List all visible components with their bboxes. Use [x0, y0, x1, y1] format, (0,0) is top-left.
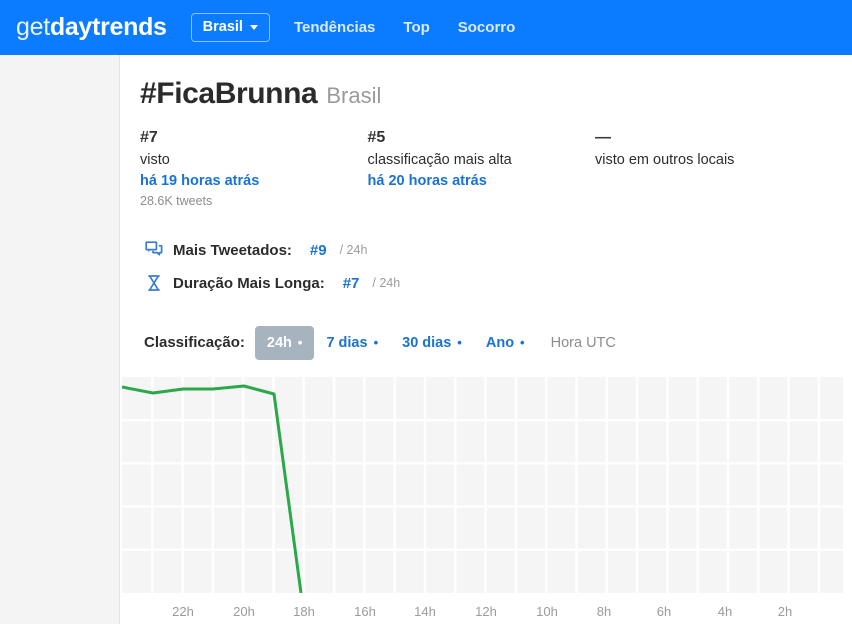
country-selector-button[interactable]: Brasil: [190, 12, 270, 43]
x-axis-tick-8h: 8h: [596, 604, 612, 619]
stat-seen: #7 visto há 19 horas atrás 28.6K tweets: [140, 127, 368, 208]
stat-seen-tweets: 28.6K tweets: [140, 193, 213, 208]
logo-part-get: get: [16, 13, 50, 41]
logo-part-day: day: [49, 13, 93, 41]
trend-stats: #7 visto há 19 horas atrás 28.6K tweets …: [140, 127, 832, 208]
page-body: #FicaBrunna Brasil #7 visto há 19 horas …: [0, 55, 852, 624]
x-axis-tick-20h: 20h: [233, 604, 255, 619]
filter-option-30-dias-label: 30 dias: [402, 334, 452, 351]
fact-label-longest-duration: Duração Mais Longa:: [173, 274, 325, 292]
chevron-down-icon: [249, 24, 258, 30]
stat-other-locations: — visto em outros locais: [595, 127, 832, 208]
chart-svg: [122, 377, 843, 593]
hourglass-icon: [144, 273, 164, 293]
nav-link-top[interactable]: Top: [403, 19, 429, 36]
x-axis-tick-4h: 4h: [717, 604, 733, 619]
filter-option-30-dias[interactable]: 30 dias •: [390, 326, 474, 360]
x-axis-tick-18h: 18h: [293, 604, 315, 619]
chart-plot-area[interactable]: [122, 377, 843, 593]
x-axis-tick-12h: 12h: [475, 604, 497, 619]
filter-option-30-dias-dot: •: [457, 335, 462, 351]
fact-row-longest-duration: Duração Mais Longa: #7 / 24h: [140, 267, 832, 300]
fact-row-most-tweeted: Mais Tweetados: #9 / 24h: [140, 234, 832, 267]
content-card: #FicaBrunna Brasil #7 visto há 19 horas …: [119, 55, 852, 624]
filter-option-7-dias-dot: •: [373, 335, 379, 351]
fact-value-longest-duration[interactable]: #7: [343, 275, 360, 292]
x-axis-tick-2h: 2h: [777, 604, 793, 619]
site-logo[interactable]: getdaytrends: [16, 13, 167, 42]
x-axis-tick-22h: 22h: [172, 604, 194, 619]
filter-option-ano-label: Ano: [485, 334, 515, 351]
fact-label-most-tweeted: Mais Tweetados:: [173, 241, 292, 259]
country-selector-label: Brasil: [202, 18, 243, 35]
fact-value-most-tweeted[interactable]: #9: [310, 242, 327, 259]
filter-option-24h[interactable]: 24h •: [254, 325, 315, 360]
classification-filter: Classificação: 24h • 7 dias • 30 dias • …: [140, 324, 832, 362]
filter-option-24h-label: 24h: [266, 334, 292, 351]
page-title: #FicaBrunna Brasil: [140, 77, 832, 111]
logo-part-trends: trends: [92, 13, 167, 41]
nav-link-socorro[interactable]: Socorro: [458, 19, 516, 36]
x-axis-tick-14h: 14h: [414, 604, 436, 619]
top-navbar: getdaytrends Brasil Tendências Top Socor…: [0, 0, 852, 55]
x-axis-tick-16h: 16h: [354, 604, 376, 619]
content-card-inner: #FicaBrunna Brasil #7 visto há 19 horas …: [120, 55, 852, 362]
trend-country: Brasil: [326, 83, 382, 108]
fact-period-most-tweeted: / 24h: [339, 243, 368, 258]
main-nav: Tendências Top Socorro: [294, 19, 515, 36]
fact-period-longest-duration: / 24h: [372, 276, 401, 291]
chart-x-axis: 22h 20h 18h 16h 14h 12h 10h 8h 6h 4h 2h: [122, 593, 852, 624]
trend-facts: Mais Tweetados: #9 / 24h Duração Mais Lo…: [140, 234, 832, 300]
timezone-label: Hora UTC: [550, 334, 616, 351]
x-axis-tick-10h: 10h: [536, 604, 558, 619]
x-axis-tick-6h: 6h: [656, 604, 672, 619]
filter-option-ano[interactable]: Ano •: [474, 326, 537, 360]
nav-link-tendencias[interactable]: Tendências: [294, 19, 375, 36]
stat-seen-time[interactable]: há 19 horas atrás: [140, 171, 368, 191]
filter-option-7-dias[interactable]: 7 dias •: [314, 326, 390, 360]
filter-option-24h-dot: •: [297, 335, 303, 351]
stat-other-locations-rank: —: [595, 129, 612, 146]
trend-hashtag: #FicaBrunna: [140, 77, 318, 110]
classification-filter-label: Classificação:: [144, 334, 245, 352]
filter-option-ano-dot: •: [520, 335, 525, 351]
stat-highest-rank-time[interactable]: há 20 horas atrás: [368, 171, 596, 191]
rank-history-chart: 22h 20h 18h 16h 14h 12h 10h 8h 6h 4h 2h: [122, 377, 852, 624]
comments-icon: [144, 240, 164, 260]
stat-seen-label: visto: [140, 151, 170, 168]
stat-highest-rank-label: classificação mais alta: [367, 151, 512, 168]
stat-seen-rank: #7: [140, 129, 158, 146]
stat-highest-rank: #5 classificação mais alta há 20 horas a…: [368, 127, 596, 208]
stat-highest-rank-value: #5: [367, 129, 386, 146]
filter-option-7-dias-label: 7 dias: [326, 334, 368, 351]
stat-other-locations-label: visto em outros locais: [595, 151, 735, 168]
